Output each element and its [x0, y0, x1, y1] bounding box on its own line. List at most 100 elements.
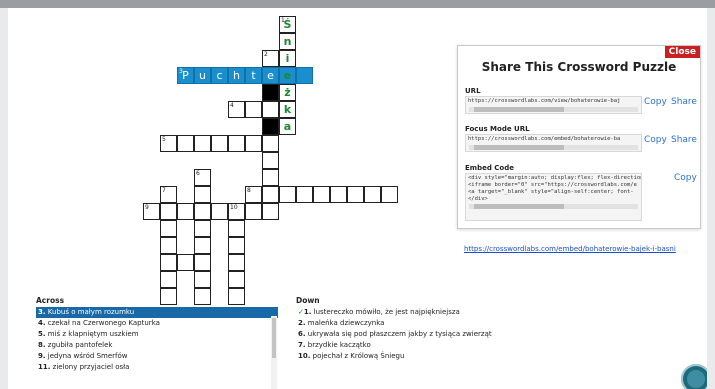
cell-letter: c [216, 69, 223, 82]
focus-copy-link[interactable]: Copy [644, 135, 667, 145]
solved-cell[interactable]: ż [279, 84, 296, 101]
grid-cell[interactable] [262, 135, 279, 152]
across-clue-item[interactable]: 11. zielony przyjaciel osła [36, 362, 278, 373]
grid-cell[interactable]: 2 [262, 50, 279, 67]
solved-cell[interactable]: i [279, 50, 296, 67]
solved-cell[interactable]: 1Ś [279, 16, 296, 33]
focus-url-field[interactable]: https://crosswordlabs.com/embed/bohatero… [465, 134, 642, 152]
across-clue-item[interactable]: 3. Kubuś o małym rozumku [36, 307, 278, 318]
grid-cell[interactable] [245, 101, 262, 118]
down-clue-item[interactable]: ✓1. lustereczko mówiło, że jest najpiękn… [296, 307, 556, 318]
down-clue-item[interactable]: 6. ukrywała się pod płaszczem jakby z ty… [296, 329, 556, 340]
grid-cell[interactable]: 7 [160, 186, 177, 203]
across-clue-item[interactable]: 8. zgubiła pantofelek [36, 340, 278, 351]
grid-cell[interactable] [194, 203, 211, 220]
grid-cell[interactable] [347, 186, 364, 203]
grid-cell[interactable] [194, 135, 211, 152]
active-cell[interactable]: t [245, 67, 262, 84]
url-label: URL [465, 87, 481, 95]
grid-cell[interactable] [245, 203, 262, 220]
grid-cell[interactable] [194, 237, 211, 254]
clue-number: 10 [230, 204, 238, 211]
grid-cell[interactable] [228, 254, 245, 271]
grid-cell[interactable] [160, 271, 177, 288]
active-cell[interactable]: 3P [177, 67, 194, 84]
grid-cell[interactable] [313, 186, 330, 203]
grid-cell[interactable] [160, 220, 177, 237]
grid-cell[interactable] [194, 186, 211, 203]
grid-cell[interactable] [177, 254, 194, 271]
clue-number: 6 [196, 170, 200, 177]
focus-share-link[interactable]: Share [671, 135, 697, 145]
grid-cell[interactable] [228, 237, 245, 254]
embed-code-field[interactable]: <div style="margin:auto; display:flex; f… [465, 173, 642, 221]
active-cell[interactable] [296, 67, 313, 84]
grid-cell[interactable] [160, 203, 177, 220]
window-top-bar [0, 0, 715, 8]
embed-line-2: <iframe border="0" src="https://crosswor… [468, 182, 637, 188]
grid-cell[interactable]: 5 [160, 135, 177, 152]
clue-number: 5 [162, 136, 166, 143]
solved-cell[interactable]: e [279, 67, 296, 84]
solved-cell[interactable]: a [279, 118, 296, 135]
floating-action-button[interactable] [681, 364, 707, 389]
grid-cell[interactable] [211, 135, 228, 152]
grid-cell[interactable]: 4 [228, 101, 245, 118]
share-dialog: Close Share This Crossword Puzzle URL ht… [457, 45, 701, 229]
solved-cell[interactable]: k [279, 101, 296, 118]
url-share-link[interactable]: Share [671, 97, 697, 107]
grid-cell[interactable] [194, 271, 211, 288]
grid-cell[interactable] [364, 186, 381, 203]
grid-cell[interactable] [228, 220, 245, 237]
grid-cell[interactable] [262, 101, 279, 118]
down-list: ✓1. lustereczko mówiło, że jest najpiękn… [296, 307, 556, 362]
grid-cell[interactable] [262, 169, 279, 186]
across-clue-item[interactable]: 5. miś z klapniętym uszkiem [36, 329, 278, 340]
grid-cell[interactable] [262, 152, 279, 169]
grid-cell[interactable] [262, 186, 279, 203]
grid-cell[interactable] [177, 135, 194, 152]
solved-cell[interactable]: n [279, 33, 296, 50]
grid-cell[interactable] [194, 220, 211, 237]
url-scrollbar[interactable] [469, 107, 638, 112]
embed-line-1: <div style="margin:auto; display:flex; f… [468, 175, 642, 181]
down-clue-item[interactable]: 7. brzydkie kaczątko [296, 340, 556, 351]
across-list: 3. Kubuś o małym rozumku 4. czekał na Cze… [36, 307, 278, 373]
grid-cell[interactable] [211, 203, 228, 220]
across-heading: Across [36, 296, 65, 305]
grid-cell[interactable] [160, 237, 177, 254]
close-button[interactable]: Close [664, 46, 700, 58]
embed-scrollbar[interactable] [469, 204, 638, 209]
down-clue-item[interactable]: 2. maleńka dziewczynka [296, 318, 556, 329]
black-square [262, 84, 279, 101]
across-scrollbar[interactable] [271, 316, 277, 389]
active-cell[interactable]: e [262, 67, 279, 84]
url-field[interactable]: https://crosswordlabs.com/view/bohaterow… [465, 96, 642, 114]
grid-cell[interactable] [262, 203, 279, 220]
down-clue-item[interactable]: 10. pojechał z Królową Śniegu [296, 351, 556, 362]
embed-url-link[interactable]: https://crosswordlabs.com/embed/bohatero… [464, 245, 676, 253]
grid-cell[interactable] [279, 186, 296, 203]
grid-cell[interactable] [228, 135, 245, 152]
grid-cell[interactable] [296, 186, 313, 203]
grid-cell[interactable]: 8 [245, 186, 262, 203]
grid-cell[interactable]: 10 [228, 203, 245, 220]
active-cell[interactable]: u [194, 67, 211, 84]
crossword-page: 1 Śn i e ż k a 3 Pu c h t e 2 4 5 6 7 8 9 10 Close Share Thi… [8, 8, 707, 389]
grid-cell[interactable] [330, 186, 347, 203]
grid-cell[interactable] [228, 271, 245, 288]
across-clue-item[interactable]: 4. czekał na Czerwonego Kapturka [36, 318, 278, 329]
url-copy-link[interactable]: Copy [644, 97, 667, 107]
grid-cell[interactable] [194, 254, 211, 271]
active-cell[interactable]: h [228, 67, 245, 84]
grid-cell[interactable]: 9 [143, 203, 160, 220]
grid-cell[interactable] [160, 254, 177, 271]
embed-copy-link[interactable]: Copy [674, 173, 697, 183]
across-clue-item[interactable]: 9. jedyna wśród Smerfów [36, 351, 278, 362]
grid-cell[interactable] [177, 203, 194, 220]
focus-url-scrollbar[interactable] [469, 145, 638, 150]
grid-cell[interactable]: 6 [194, 169, 211, 186]
active-cell[interactable]: c [211, 67, 228, 84]
grid-cell[interactable] [245, 135, 262, 152]
grid-cell[interactable] [381, 186, 398, 203]
